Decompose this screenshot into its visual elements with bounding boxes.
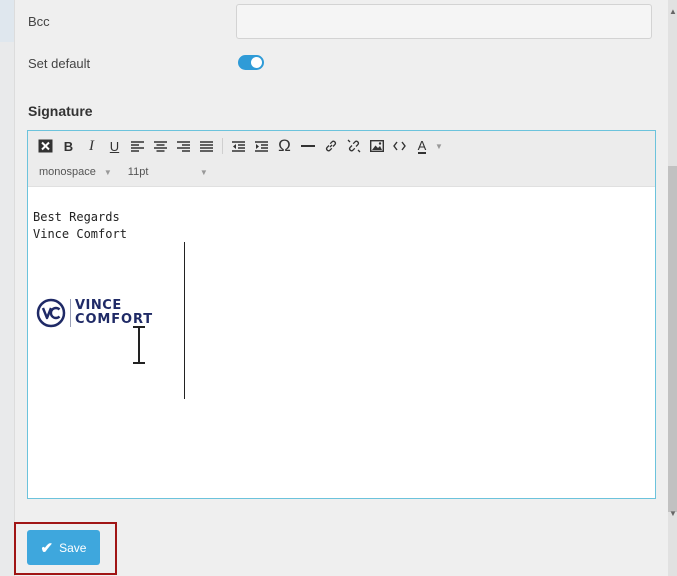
toolbar-row-formatting: B I U Ω A ▼ (28, 133, 443, 159)
logo-divider (70, 299, 71, 327)
link-icon[interactable] (319, 135, 342, 158)
bcc-label: Bcc (28, 14, 50, 29)
toolbar-row-font: monospace ▼ 11pt ▼ (28, 160, 208, 184)
save-button[interactable]: ✔ Save (27, 530, 100, 565)
logo-line-1: VINCE (75, 298, 122, 313)
scroll-down-icon[interactable]: ▼ (669, 510, 677, 518)
special-character-icon[interactable]: Ω (273, 135, 296, 158)
horizontal-rule-icon[interactable] (296, 135, 319, 158)
outdent-icon[interactable] (227, 135, 250, 158)
chevron-down-icon: ▼ (103, 167, 112, 177)
toolbar-separator (222, 138, 223, 154)
font-family-value: monospace (39, 166, 96, 178)
image-icon[interactable] (365, 135, 388, 158)
font-size-value: 11pt (127, 166, 149, 178)
chevron-down-icon: ▼ (199, 167, 208, 177)
align-left-icon[interactable] (126, 135, 149, 158)
signature-line-1: Best Regards (33, 210, 120, 224)
signature-title: Signature (28, 103, 93, 119)
text-color-dropdown-icon[interactable]: ▼ (435, 142, 443, 151)
align-center-icon[interactable] (149, 135, 172, 158)
signature-editor[interactable]: B I U Ω A ▼ monospace ▼ 11pt ▼ Best Rega… (27, 130, 656, 499)
scrollbar-thumb[interactable] (668, 166, 677, 512)
set-default-toggle[interactable] (238, 55, 264, 70)
logo-mark-icon (36, 298, 66, 328)
font-family-select[interactable]: monospace ▼ (39, 162, 112, 182)
italic-icon[interactable]: I (80, 135, 103, 158)
editor-content[interactable]: Best Regards Vince Comfort VINCE COMFORT (28, 187, 655, 498)
check-icon: ✔ (40, 539, 54, 557)
font-size-select[interactable]: 11pt ▼ (128, 162, 208, 182)
page: Bcc Set default Signature B I U Ω A ▼ mo… (0, 0, 677, 576)
text-color-icon[interactable]: A (411, 135, 433, 158)
indent-icon[interactable] (250, 135, 273, 158)
text-caret-line (184, 242, 185, 399)
clear-formatting-icon[interactable] (34, 135, 57, 158)
signature-body: Best Regards Vince Comfort (33, 209, 127, 243)
underline-icon[interactable]: U (103, 135, 126, 158)
bcc-input[interactable] (236, 4, 652, 39)
toggle-knob (251, 57, 262, 68)
align-right-icon[interactable] (172, 135, 195, 158)
bold-icon[interactable]: B (57, 135, 80, 158)
save-button-label: Save (59, 540, 87, 555)
signature-line-2: Vince Comfort (33, 227, 127, 241)
left-strip (0, 0, 14, 42)
vertical-scrollbar[interactable]: ▲ ▼ (668, 0, 677, 576)
logo-line-2: COMFORT (75, 312, 154, 327)
unlink-icon[interactable] (342, 135, 365, 158)
ibeam-cursor-icon (133, 326, 145, 364)
scroll-up-icon[interactable]: ▲ (669, 8, 677, 16)
logo-wordmark: VINCE COMFORT (75, 299, 153, 327)
set-default-label: Set default (28, 56, 91, 71)
source-code-icon[interactable] (388, 135, 411, 158)
signature-logo: VINCE COMFORT (36, 298, 153, 328)
justify-icon[interactable] (195, 135, 218, 158)
editor-toolbar: B I U Ω A ▼ monospace ▼ 11pt ▼ (28, 131, 655, 187)
